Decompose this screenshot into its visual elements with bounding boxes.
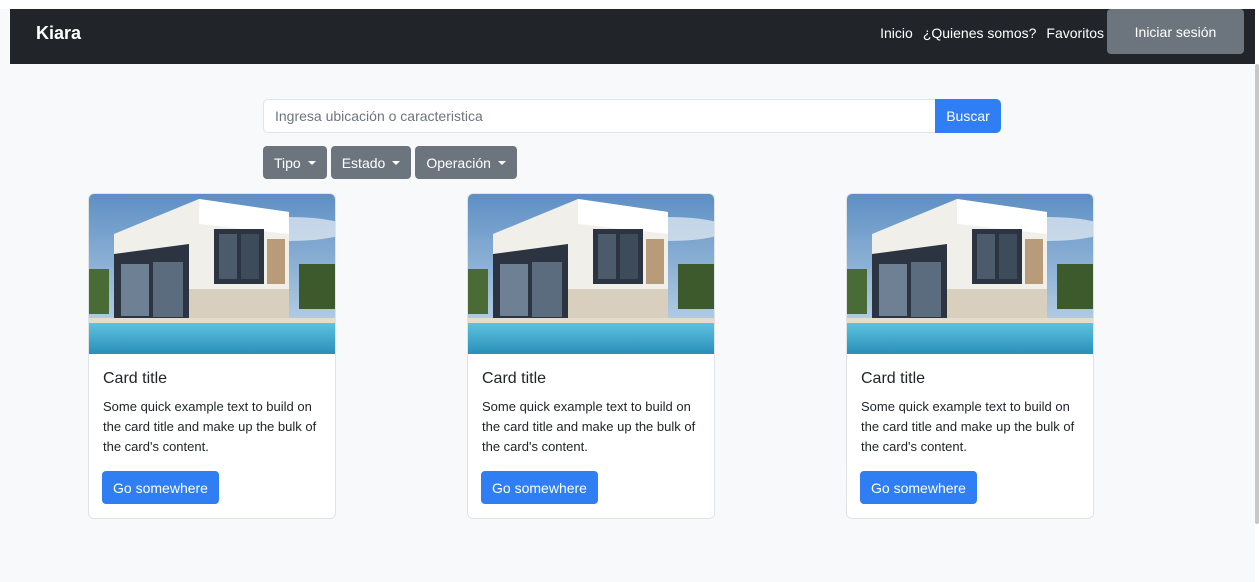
property-image	[847, 194, 1093, 354]
card-text: Some quick example text to build on the …	[103, 399, 317, 454]
nav-link-inicio[interactable]: Inicio	[880, 25, 913, 41]
property-card: Card title Some quick example text to bu…	[846, 193, 1094, 519]
go-somewhere-button[interactable]: Go somewhere	[860, 471, 977, 504]
navbar: Kiara Inicio ¿Quienes somos? Favoritos I…	[10, 9, 1255, 64]
login-button[interactable]: Iniciar sesión	[1107, 9, 1244, 54]
search-button[interactable]: Buscar	[935, 99, 1001, 133]
brand-logo[interactable]: Kiara	[36, 23, 81, 44]
search-bar: Buscar	[263, 99, 1001, 133]
filter-estado-label: Estado	[341, 154, 386, 171]
caret-down-icon	[497, 160, 506, 165]
search-input[interactable]	[263, 99, 935, 133]
filter-group: Tipo Estado Operación	[263, 146, 517, 179]
filter-tipo-dropdown[interactable]: Tipo	[263, 146, 327, 179]
filter-estado-dropdown[interactable]: Estado	[330, 146, 412, 179]
card-text: Some quick example text to build on the …	[482, 399, 696, 454]
filter-tipo-label: Tipo	[274, 154, 301, 171]
nav-links: Inicio ¿Quienes somos? Favoritos	[870, 25, 1104, 41]
property-image	[468, 194, 714, 354]
caret-down-icon	[307, 160, 316, 165]
property-card: Card title Some quick example text to bu…	[88, 193, 336, 519]
card-title: Card title	[861, 370, 926, 387]
card-text: Some quick example text to build on the …	[861, 399, 1075, 454]
filter-operacion-dropdown[interactable]: Operación	[415, 146, 517, 179]
property-image	[89, 194, 335, 354]
property-card: Card title Some quick example text to bu…	[467, 193, 715, 519]
go-somewhere-button[interactable]: Go somewhere	[481, 471, 598, 504]
go-somewhere-button[interactable]: Go somewhere	[102, 471, 219, 504]
card-title: Card title	[482, 370, 547, 387]
page-scrollbar[interactable]	[1255, 64, 1259, 524]
card-title: Card title	[103, 370, 168, 387]
filter-operacion-label: Operación	[426, 154, 491, 171]
caret-down-icon	[392, 160, 401, 165]
nav-link-favoritos[interactable]: Favoritos	[1046, 25, 1104, 41]
nav-link-quienes-somos[interactable]: ¿Quienes somos?	[923, 25, 1037, 41]
